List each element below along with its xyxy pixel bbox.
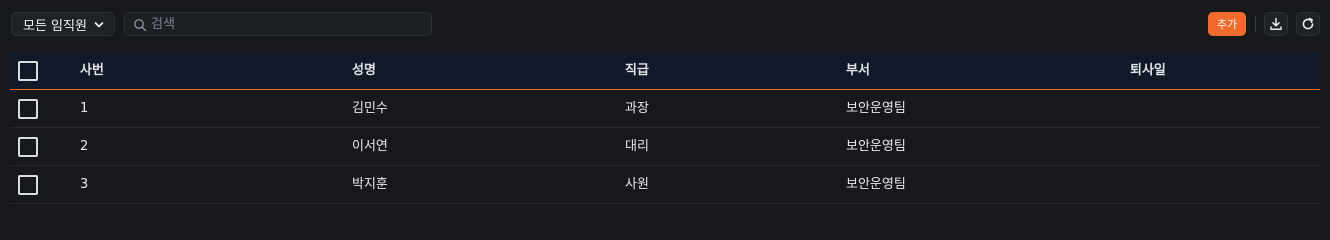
cell-id: 2 xyxy=(80,139,89,154)
cell-id: 3 xyxy=(80,177,89,192)
employee-table: 사번 성명 직급 부서 퇴사일 1 김민수 과장 보안운영팀 2 이서연 대리 … xyxy=(10,52,1320,204)
table-row[interactable]: 3 박지훈 사원 보안운영팀 xyxy=(10,166,1320,204)
cell-rank: 대리 xyxy=(625,139,649,154)
cell-name: 김민수 xyxy=(352,101,388,116)
cell-dept: 보안운영팀 xyxy=(846,101,906,116)
cell-dept: 보안운영팀 xyxy=(846,139,906,154)
chevron-down-icon xyxy=(94,22,104,28)
toolbar: 모든 임직원 추가 xyxy=(0,0,1330,48)
column-header-retire-date[interactable]: 퇴사일 xyxy=(1130,52,1166,89)
cell-rank: 과장 xyxy=(625,101,649,116)
search-box xyxy=(124,12,432,36)
employee-filter-dropdown[interactable]: 모든 임직원 xyxy=(11,12,115,36)
download-icon xyxy=(1270,17,1282,30)
row-checkbox[interactable] xyxy=(18,175,38,195)
row-checkbox[interactable] xyxy=(18,99,38,119)
refresh-icon xyxy=(1302,17,1314,30)
download-button[interactable] xyxy=(1264,12,1288,36)
cell-rank: 사원 xyxy=(625,177,649,192)
cell-dept: 보안운영팀 xyxy=(846,177,906,192)
column-header-dept[interactable]: 부서 xyxy=(846,52,870,89)
search-input[interactable] xyxy=(151,15,421,33)
table-row[interactable]: 2 이서연 대리 보안운영팀 xyxy=(10,128,1320,166)
cell-name: 이서연 xyxy=(352,139,388,154)
row-checkbox[interactable] xyxy=(18,137,38,157)
column-header-name[interactable]: 성명 xyxy=(352,52,376,89)
cell-id: 1 xyxy=(80,101,89,116)
add-button[interactable]: 추가 xyxy=(1208,12,1246,36)
search-icon xyxy=(134,19,147,32)
refresh-button[interactable] xyxy=(1296,12,1320,36)
cell-name: 박지훈 xyxy=(352,177,388,192)
toolbar-divider xyxy=(1255,16,1256,32)
column-header-id[interactable]: 사번 xyxy=(80,52,104,89)
select-all-checkbox[interactable] xyxy=(18,61,38,81)
column-header-rank[interactable]: 직급 xyxy=(625,52,649,89)
table-row[interactable]: 1 김민수 과장 보안운영팀 xyxy=(10,90,1320,128)
filter-label: 모든 임직원 xyxy=(23,18,87,34)
table-header: 사번 성명 직급 부서 퇴사일 xyxy=(10,52,1320,90)
